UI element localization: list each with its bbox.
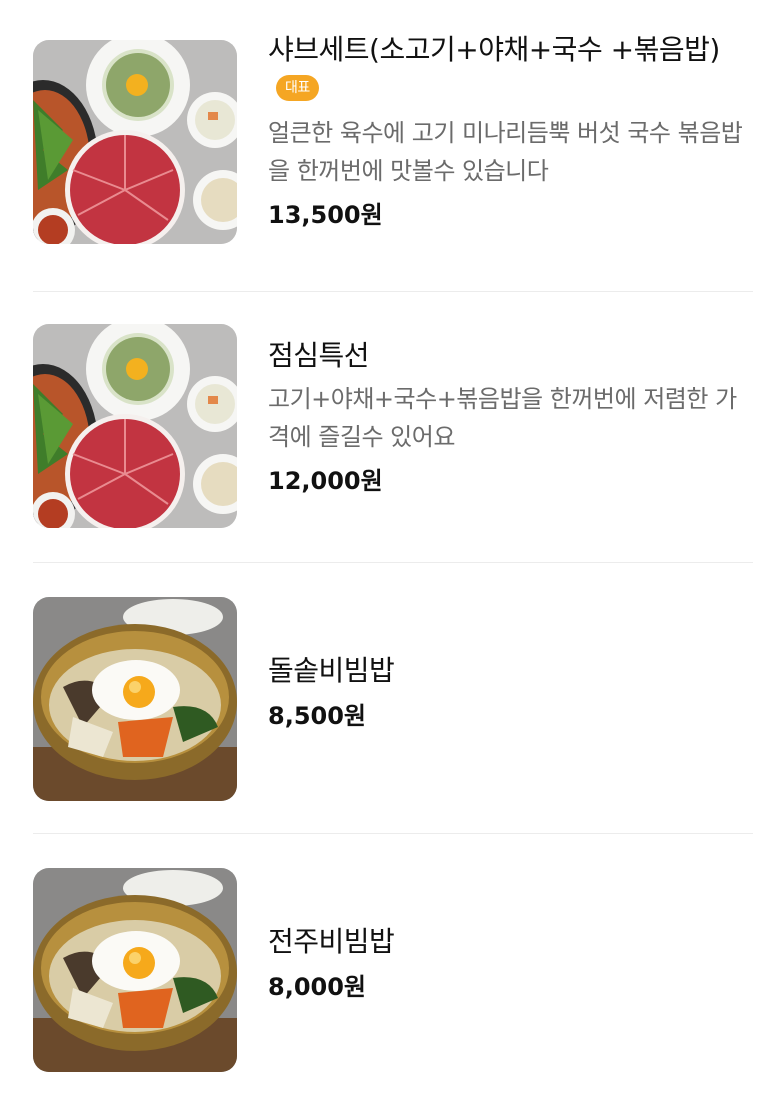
menu-item-image (33, 597, 237, 801)
menu-item[interactable]: 샤브세트(소고기+야채+국수 +볶음밥) 대표 얼큰한 육수에 고기 미나리듬뿍 … (0, 0, 773, 292)
menu-item-description: 얼큰한 육수에 고기 미나리듬뿍 버섯 국수 볶음밥을 한꺼번에 맛볼수 있습니… (268, 119, 743, 185)
bibimbap-photo (33, 868, 237, 1072)
menu-item-price: 8,500원 (268, 702, 366, 730)
menu-item[interactable]: 전주비빔밥 8,000원 (0, 834, 773, 1098)
menu-item[interactable]: 돌솥비빔밥 8,500원 (0, 563, 773, 833)
bibimbap-photo (33, 597, 237, 801)
menu-item-name-text: 샤브세트(소고기+야채+국수 +볶음밥) (268, 33, 720, 66)
signature-badge: 대표 (276, 75, 319, 101)
menu-list: 샤브세트(소고기+야채+국수 +볶음밥) 대표 얼큰한 육수에 고기 미나리듬뿍 … (0, 0, 773, 1098)
menu-item-name: 전주비빔밥 (268, 925, 395, 958)
menu-item-name: 샤브세트(소고기+야채+국수 +볶음밥) 대표 (268, 30, 751, 110)
menu-item-image (33, 324, 237, 528)
menu-item-price: 8,000원 (268, 973, 366, 1001)
menu-item-price: 12,000원 (268, 467, 383, 495)
menu-item-price: 13,500원 (268, 201, 383, 229)
shabu-photo (33, 40, 237, 244)
menu-item-description: 고기+야채+국수+볶음밥을 한꺼번에 저렴한 가격에 즐길수 있어요 (268, 385, 737, 451)
menu-item-image (33, 868, 237, 1072)
menu-item[interactable]: 점심특선 고기+야채+국수+볶음밥을 한꺼번에 저렴한 가격에 즐길수 있어요 … (0, 292, 773, 562)
menu-item-name: 점심특선 (268, 339, 370, 372)
menu-item-image (33, 40, 237, 244)
shabu-photo (33, 324, 237, 528)
menu-item-name: 돌솥비빔밥 (268, 654, 395, 687)
